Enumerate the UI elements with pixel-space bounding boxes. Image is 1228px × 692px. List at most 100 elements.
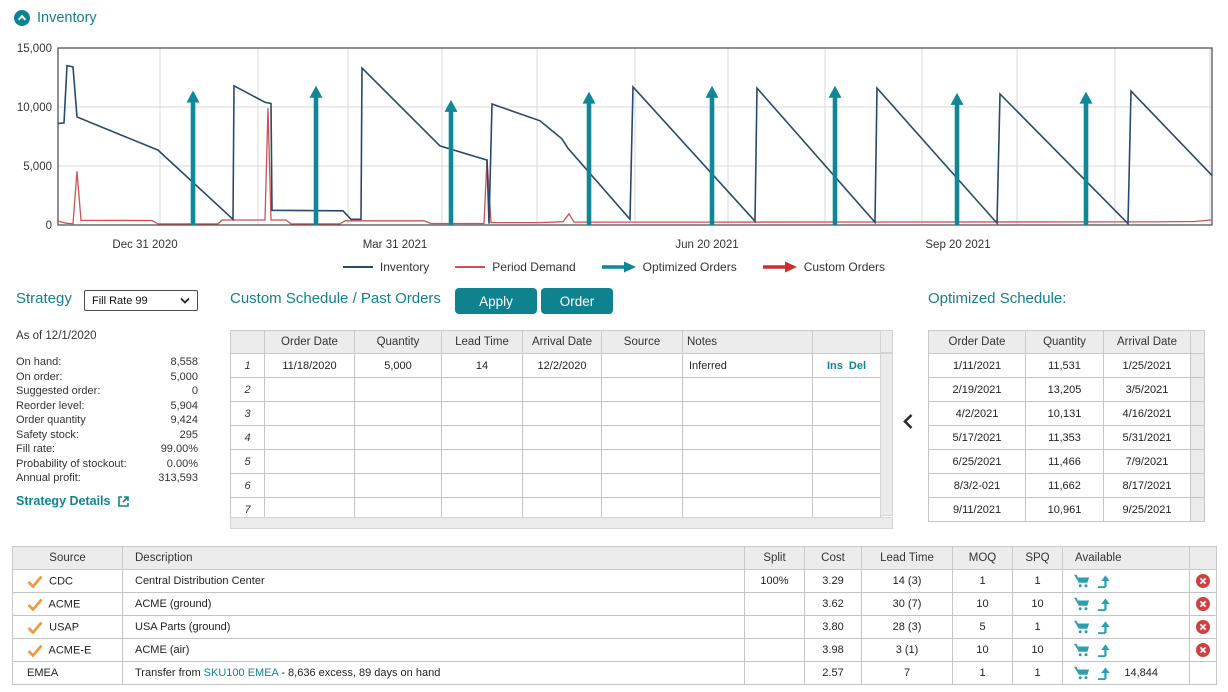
row-actions <box>813 426 881 450</box>
custom-cell[interactable] <box>683 426 813 450</box>
custom-cell[interactable] <box>442 402 523 426</box>
custom-cell[interactable]: 5,000 <box>355 354 442 378</box>
strategy-details-link[interactable]: Strategy Details <box>16 494 110 508</box>
legend-swatch <box>343 266 373 268</box>
external-link-icon[interactable] <box>117 495 130 508</box>
optimized-cell: 1/11/2021 <box>929 354 1026 378</box>
optimized-vertical-scrollbar[interactable] <box>1191 498 1205 522</box>
custom-col-header: Quantity <box>355 331 442 354</box>
cart-icon[interactable] <box>1073 573 1091 589</box>
custom-table-vertical-scrollbar[interactable] <box>880 353 893 516</box>
strategy-select[interactable]: Fill Rate 99 <box>84 290 198 311</box>
custom-cell[interactable] <box>355 450 442 474</box>
custom-cell[interactable] <box>683 450 813 474</box>
optimized-vertical-scrollbar[interactable] <box>1191 474 1205 498</box>
custom-cell[interactable] <box>602 378 683 402</box>
optimized-cell: 11,466 <box>1026 450 1104 474</box>
custom-cell[interactable] <box>523 450 602 474</box>
custom-cell[interactable] <box>265 450 355 474</box>
legend-swatch <box>763 261 797 273</box>
strategy-details: Strategy Details <box>16 494 130 508</box>
custom-col-header: Notes <box>683 331 813 354</box>
optimized-vertical-scrollbar[interactable] <box>1191 354 1205 378</box>
custom-cell[interactable] <box>683 402 813 426</box>
custom-cell[interactable] <box>602 402 683 426</box>
source-data-cell: 5 <box>953 616 1013 639</box>
custom-cell[interactable] <box>602 426 683 450</box>
metric-value: 9,424 <box>170 413 198 428</box>
optimized-cell: 4/16/2021 <box>1104 402 1191 426</box>
custom-cell[interactable] <box>523 402 602 426</box>
custom-cell[interactable] <box>442 450 523 474</box>
custom-cell[interactable] <box>442 378 523 402</box>
custom-cell[interactable] <box>602 354 683 378</box>
delete-icon[interactable] <box>1196 620 1210 634</box>
custom-cell[interactable] <box>602 474 683 498</box>
custom-col-header: Order Date <box>265 331 355 354</box>
cart-icon[interactable] <box>1073 619 1091 635</box>
cart-icon[interactable] <box>1073 596 1091 612</box>
delete-icon[interactable] <box>1196 574 1210 588</box>
strategy-metric-row: Fill rate:99.00% <box>16 442 198 457</box>
strategy-metrics: On hand:8,558On order:5,000Suggested ord… <box>16 355 198 486</box>
custom-cell[interactable] <box>683 474 813 498</box>
custom-cell[interactable] <box>602 450 683 474</box>
custom-cell[interactable] <box>523 378 602 402</box>
custom-cell[interactable] <box>442 426 523 450</box>
available-cell: 14,844 <box>1063 662 1190 685</box>
custom-cell[interactable] <box>523 426 602 450</box>
upload-icon[interactable] <box>1097 643 1112 658</box>
custom-cell[interactable] <box>442 474 523 498</box>
check-icon <box>27 644 43 657</box>
source-data-cell: 100% <box>745 570 805 593</box>
custom-cell[interactable] <box>355 378 442 402</box>
custom-cell[interactable] <box>265 474 355 498</box>
optimized-vertical-scrollbar[interactable] <box>1191 378 1205 402</box>
optimized-vertical-scrollbar[interactable] <box>1191 402 1205 426</box>
custom-cell[interactable] <box>265 426 355 450</box>
upload-icon[interactable] <box>1097 574 1112 589</box>
row-number: 4 <box>231 426 265 450</box>
custom-cell[interactable] <box>355 402 442 426</box>
custom-table-horizontal-scrollbar[interactable] <box>230 517 893 529</box>
upload-icon[interactable] <box>1097 620 1112 635</box>
available-cell <box>1063 639 1190 662</box>
metric-label: On order: <box>16 370 62 385</box>
custom-cell[interactable] <box>355 426 442 450</box>
collapse-panel-chevron-icon[interactable] <box>902 413 914 435</box>
optimized-vertical-scrollbar[interactable] <box>1191 450 1205 474</box>
delete-cell <box>1190 639 1217 662</box>
optimized-schedule-row: 2/19/202113,2053/5/2021 <box>929 378 1205 402</box>
optimized-schedule-row: 5/17/202111,3535/31/2021 <box>929 426 1205 450</box>
ins-link[interactable]: Ins <box>827 360 843 372</box>
source-data-cell: 10 <box>953 593 1013 616</box>
upload-icon[interactable] <box>1097 666 1112 681</box>
upload-icon[interactable] <box>1097 597 1112 612</box>
custom-cell[interactable] <box>265 378 355 402</box>
custom-schedule-row: 3 <box>231 402 881 426</box>
custom-cell[interactable] <box>683 378 813 402</box>
custom-cell[interactable] <box>355 474 442 498</box>
order-button[interactable]: Order <box>541 288 613 314</box>
custom-cell[interactable]: 12/2/2020 <box>523 354 602 378</box>
apply-button[interactable]: Apply <box>455 288 537 314</box>
custom-cell[interactable]: 11/18/2020 <box>265 354 355 378</box>
custom-cell[interactable] <box>523 474 602 498</box>
row-actions <box>813 402 881 426</box>
cart-icon[interactable] <box>1073 642 1091 658</box>
metric-value: 5,904 <box>170 399 198 414</box>
custom-cell[interactable]: Inferred <box>683 354 813 378</box>
optimized-cell: 8/3/2-021 <box>929 474 1026 498</box>
source-cell: USAP <box>13 616 123 639</box>
custom-cell[interactable] <box>265 402 355 426</box>
collapse-section-icon[interactable] <box>14 10 30 26</box>
custom-schedule-title: Custom Schedule / Past Orders <box>230 290 441 307</box>
sources-col-header: Description <box>123 547 745 570</box>
custom-cell[interactable]: 14 <box>442 354 523 378</box>
sku-link[interactable]: SKU100 EMEA <box>204 667 279 679</box>
del-link[interactable]: Del <box>849 360 866 372</box>
cart-icon[interactable] <box>1073 665 1091 681</box>
delete-icon[interactable] <box>1196 597 1210 611</box>
delete-icon[interactable] <box>1196 643 1210 657</box>
optimized-vertical-scrollbar[interactable] <box>1191 426 1205 450</box>
